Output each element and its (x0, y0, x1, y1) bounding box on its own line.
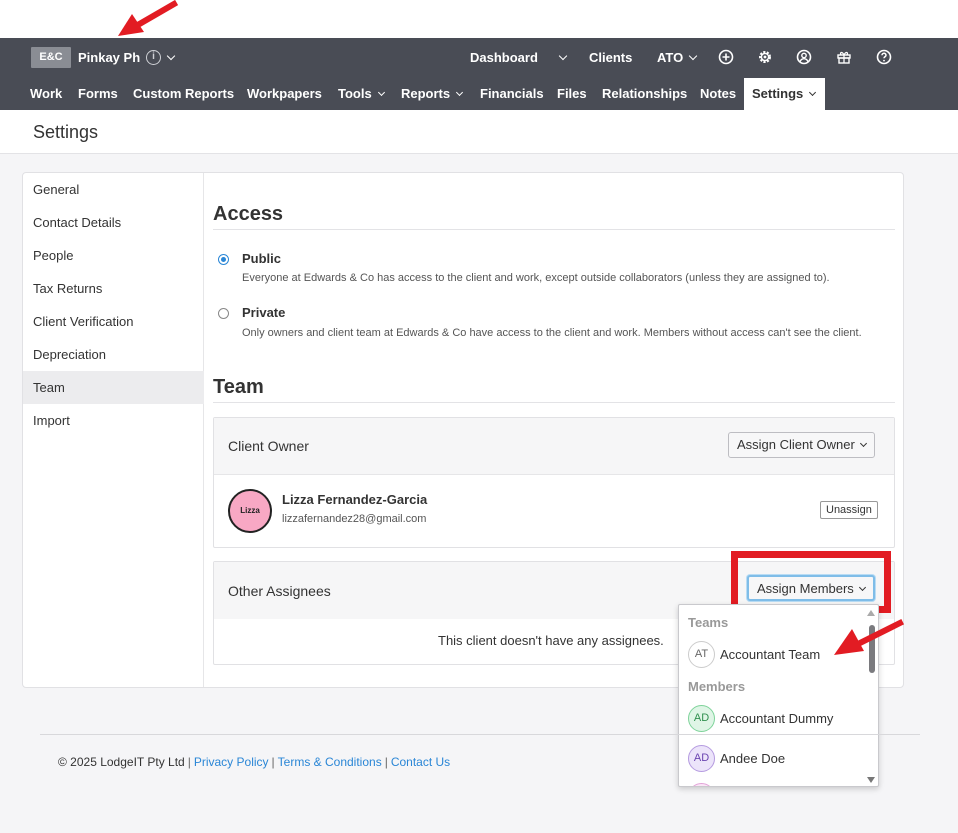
sidebar-item-depreciation[interactable]: Depreciation (23, 338, 204, 371)
avatar: AD (688, 745, 715, 772)
chevron-down-icon (858, 583, 866, 592)
public-radio[interactable] (218, 254, 229, 265)
chevron-down-icon (456, 88, 464, 97)
client-owner-card: Client Owner Assign Client Owner Lizza L… (213, 417, 895, 548)
nav-custom-reports[interactable]: Custom Reports (133, 78, 234, 110)
nav-relationships[interactable]: Relationships (602, 78, 687, 110)
sidebar-item-team[interactable]: Team (23, 371, 204, 404)
settings-sidebar: General Contact Details People Tax Retur… (23, 173, 204, 687)
annotation-arrow-icon (834, 618, 905, 655)
client-name[interactable]: Pinkay Ph (78, 50, 140, 65)
privacy-policy-link[interactable]: Privacy Policy (194, 755, 269, 769)
gift-icon[interactable] (836, 49, 852, 65)
public-label[interactable]: Public (242, 251, 281, 266)
sidebar-item-contact-details[interactable]: Contact Details (23, 206, 204, 239)
client-owner-label: Client Owner (228, 438, 309, 454)
terms-link[interactable]: Terms & Conditions (278, 755, 382, 769)
divider (213, 229, 895, 230)
dropdown-item-accountant-dummy[interactable]: AD Accountant Dummy (688, 705, 868, 733)
avatar: AT (688, 641, 715, 668)
assign-client-owner-button[interactable]: Assign Client Owner (728, 432, 875, 458)
sidebar-item-tax-returns[interactable]: Tax Returns (23, 272, 204, 305)
public-description: Everyone at Edwards & Co has access to t… (242, 272, 830, 284)
info-icon[interactable]: i (146, 50, 161, 65)
chevron-down-icon[interactable] (688, 51, 698, 61)
no-assignees-message: This client doesn't have any assignees. (438, 633, 664, 648)
dropdown-group-members: Members (688, 679, 746, 694)
copyright-text: © 2025 LodgeIT Pty Ltd (58, 755, 185, 769)
team-heading: Team (213, 376, 264, 398)
dropdown-item-label: Accountant Team (720, 647, 821, 662)
assign-members-button[interactable]: Assign Members (747, 575, 875, 601)
divider (213, 402, 895, 403)
nav-settings[interactable]: Settings (744, 78, 826, 110)
nav-work[interactable]: Work (30, 78, 62, 110)
owner-name: Lizza Fernandez-Garcia (282, 492, 428, 507)
dropdown-item-andee-doe[interactable]: AD Andee Doe (688, 745, 868, 773)
sidebar-item-general[interactable]: General (23, 173, 204, 206)
dropdown-item-label: Accountant Dummy (720, 711, 834, 726)
private-description: Only owners and client team at Edwards &… (242, 327, 862, 339)
footer: © 2025 LodgeIT Pty Ltd | Privacy Policy | Te… (58, 755, 451, 769)
contact-us-link[interactable]: Contact Us (391, 755, 450, 769)
chevron-down-icon (377, 88, 385, 97)
nav-workpapers[interactable]: Workpapers (247, 78, 322, 110)
plus-circle-icon[interactable] (718, 49, 734, 65)
sidebar-item-people[interactable]: People (23, 239, 204, 272)
nav-notes[interactable]: Notes (700, 78, 736, 110)
chevron-down-icon (859, 439, 867, 448)
avatar: AD (688, 705, 715, 732)
nav-forms[interactable]: Forms (78, 78, 118, 110)
sidebar-item-import[interactable]: Import (23, 404, 204, 437)
ato-menu[interactable]: ATO (657, 50, 683, 65)
page-header: Settings (0, 110, 958, 154)
chevron-down-icon[interactable] (166, 51, 176, 61)
dropdown-item-label: Andee Doe (720, 751, 786, 766)
clients-link[interactable]: Clients (589, 50, 632, 65)
gear-icon[interactable] (757, 49, 773, 65)
client-owner-header: Client Owner Assign Client Owner (214, 418, 894, 475)
access-heading: Access (213, 203, 284, 225)
page-title: Settings (33, 122, 99, 142)
private-radio[interactable] (218, 308, 229, 319)
footer-divider (40, 734, 920, 735)
chevron-down-icon[interactable] (558, 51, 568, 61)
chevron-down-icon (809, 88, 817, 97)
unassign-button[interactable]: Unassign (820, 501, 878, 519)
avatar: Lizza (228, 489, 272, 533)
nav-files[interactable]: Files (557, 78, 587, 110)
other-assignees-label: Other Assignees (228, 583, 331, 599)
user-circle-icon[interactable] (796, 49, 812, 65)
nav-financials[interactable]: Financials (480, 78, 544, 110)
dropdown-group-teams: Teams (688, 615, 729, 630)
avatar (688, 783, 715, 786)
nav-tools[interactable]: Tools (338, 78, 385, 110)
nav-reports[interactable]: Reports (401, 78, 464, 110)
owner-email: lizzafernandez28@gmail.com (282, 513, 427, 525)
main-nav: Work Forms Custom Reports Workpapers Too… (0, 78, 958, 110)
scroll-down-icon[interactable] (867, 777, 875, 783)
help-icon[interactable] (876, 49, 892, 65)
private-label[interactable]: Private (242, 305, 285, 320)
dashboard-link[interactable]: Dashboard (470, 50, 538, 65)
firm-logo[interactable]: E&C (31, 47, 71, 68)
annotation-arrow-icon (118, 0, 179, 36)
top-bar: E&C Pinkay Ph i Dashboard Clients ATO (0, 38, 958, 78)
sidebar-item-client-verification[interactable]: Client Verification (23, 305, 204, 338)
